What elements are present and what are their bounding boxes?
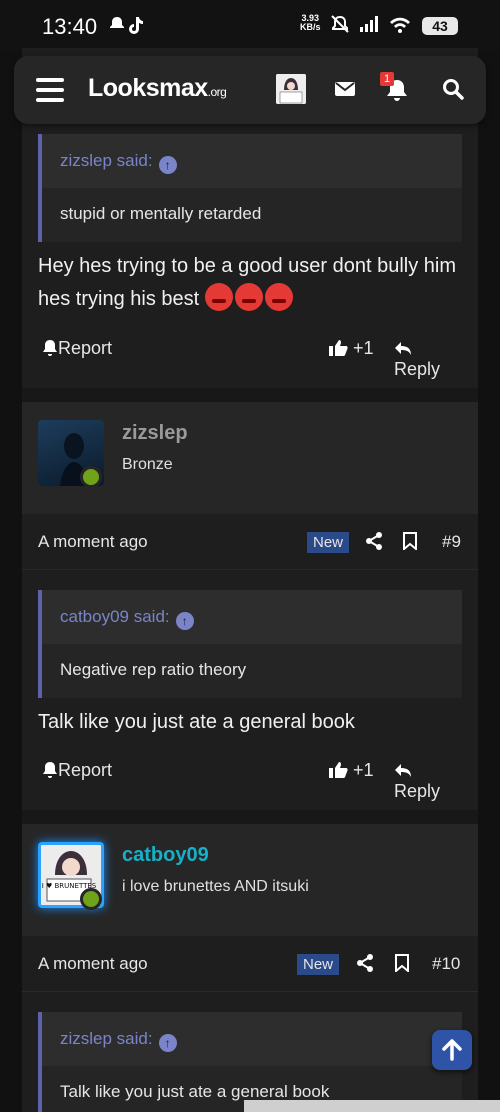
like-count: +1 (353, 760, 374, 780)
clock: 13:40 (42, 14, 98, 39)
signal-icon (360, 16, 378, 32)
system-icons (330, 14, 418, 41)
share-icon[interactable] (365, 532, 383, 555)
post-time[interactable]: A moment ago (38, 532, 148, 552)
thread-content: zizslep said: ↑ stupid or mentally retard… (22, 48, 478, 1112)
angry-face-icon (234, 283, 263, 311)
reply-label: Reply (394, 359, 441, 379)
account-avatar[interactable] (276, 74, 306, 104)
reply-button[interactable]: Reply (394, 338, 462, 380)
user-title: i love brunettes AND itsuki (122, 878, 309, 895)
post-meta: A moment ago New #9 (22, 514, 478, 570)
logo-text: Looksmax (88, 74, 208, 102)
network-speed-unit: KB/s (300, 22, 321, 32)
bell-icon (43, 762, 57, 778)
notification-badge: 1 (380, 72, 395, 86)
post-time[interactable]: A moment ago (38, 954, 148, 974)
like-button[interactable]: +1 (328, 760, 374, 781)
reply-label: Reply (394, 781, 441, 801)
battery-icon: 43 (422, 17, 458, 35)
like-count: +1 (353, 338, 374, 358)
thumbs-up-icon (329, 762, 348, 778)
username[interactable]: zizslep (122, 422, 188, 445)
mail-icon[interactable] (334, 80, 356, 103)
quote-author[interactable]: zizslep said: (60, 1029, 153, 1048)
post-divider (22, 810, 478, 824)
menu-icon[interactable] (36, 78, 64, 102)
quote-block: catboy09 said: ↑ Negative rep ratio theor… (38, 590, 462, 698)
bookmark-icon[interactable] (395, 954, 409, 977)
post-body-text: Talk like you just ate a general book (38, 711, 355, 733)
quote-author[interactable]: zizslep said: (60, 151, 153, 170)
arrow-up-circle-icon[interactable]: ↑ (175, 612, 194, 630)
share-icon[interactable] (356, 954, 374, 977)
mute-icon (331, 15, 349, 33)
quote-text: stupid or mentally retarded (42, 188, 462, 242)
bookmark-icon[interactable] (403, 532, 417, 555)
online-indicator (80, 466, 102, 488)
online-indicator (80, 888, 102, 910)
post-user-bar: I ♥ BRUNETTES catboy09 i love brunettes … (22, 824, 478, 936)
notification-icons (108, 15, 152, 40)
like-button[interactable]: +1 (328, 338, 374, 359)
post-number[interactable]: #9 (442, 532, 461, 552)
post-user-bar: zizslep Bronze (22, 402, 478, 514)
report-button[interactable]: Report (42, 760, 112, 781)
arrow-up-icon (442, 1039, 462, 1061)
arrow-up-circle-icon[interactable]: ↑ (158, 156, 177, 174)
quote-header[interactable]: zizslep said: ↑ (42, 1012, 462, 1066)
status-bar: 13:40 3.93 KB/s 43 (0, 0, 500, 52)
quote-author[interactable]: catboy09 said: (60, 607, 170, 626)
app-header: Looksmax.org 1 (14, 56, 486, 124)
post-body: Talk like you just ate a general book (38, 706, 458, 739)
scroll-to-top-button[interactable] (432, 1030, 472, 1070)
logo-suffix: .org (207, 85, 227, 99)
post-meta: A moment ago New #10 (22, 936, 478, 992)
network-speed: 3.93 KB/s (300, 14, 321, 32)
post-actions: Report +1 Reply (38, 338, 462, 379)
reply-icon (395, 342, 411, 355)
report-label: Report (58, 760, 113, 780)
quote-block: zizslep said: ↑ stupid or mentally retard… (38, 134, 462, 242)
quote-text: Negative rep ratio theory (42, 644, 462, 698)
report-button[interactable]: Report (42, 338, 112, 359)
angry-face-icon (204, 283, 233, 311)
reply-button[interactable]: Reply (394, 760, 462, 802)
report-label: Report (58, 338, 113, 358)
bell-icon (43, 340, 57, 356)
username[interactable]: catboy09 (122, 844, 209, 867)
new-badge: New (307, 532, 350, 553)
post-actions: Report +1 Reply (38, 760, 462, 801)
reply-icon (395, 764, 411, 777)
site-logo[interactable]: Looksmax.org (88, 74, 227, 103)
thumbs-up-icon (329, 340, 348, 356)
arrow-up-circle-icon[interactable]: ↑ (158, 1034, 177, 1052)
bottom-toast-edge (244, 1100, 500, 1112)
wifi-icon (390, 17, 410, 33)
quote-header[interactable]: catboy09 said: ↑ (42, 590, 462, 644)
new-badge: New (297, 954, 340, 975)
post-number[interactable]: #10 (432, 954, 460, 974)
post-divider (22, 388, 478, 402)
angry-face-icon (264, 283, 293, 311)
post-body: Hey hes trying to be a good user dont bu… (38, 250, 458, 316)
quote-block: zizslep said: ↑ Talk like you just ate a … (38, 1012, 462, 1112)
search-icon[interactable] (442, 78, 464, 105)
user-title: Bronze (122, 456, 173, 473)
quote-header[interactable]: zizslep said: ↑ (42, 134, 462, 188)
